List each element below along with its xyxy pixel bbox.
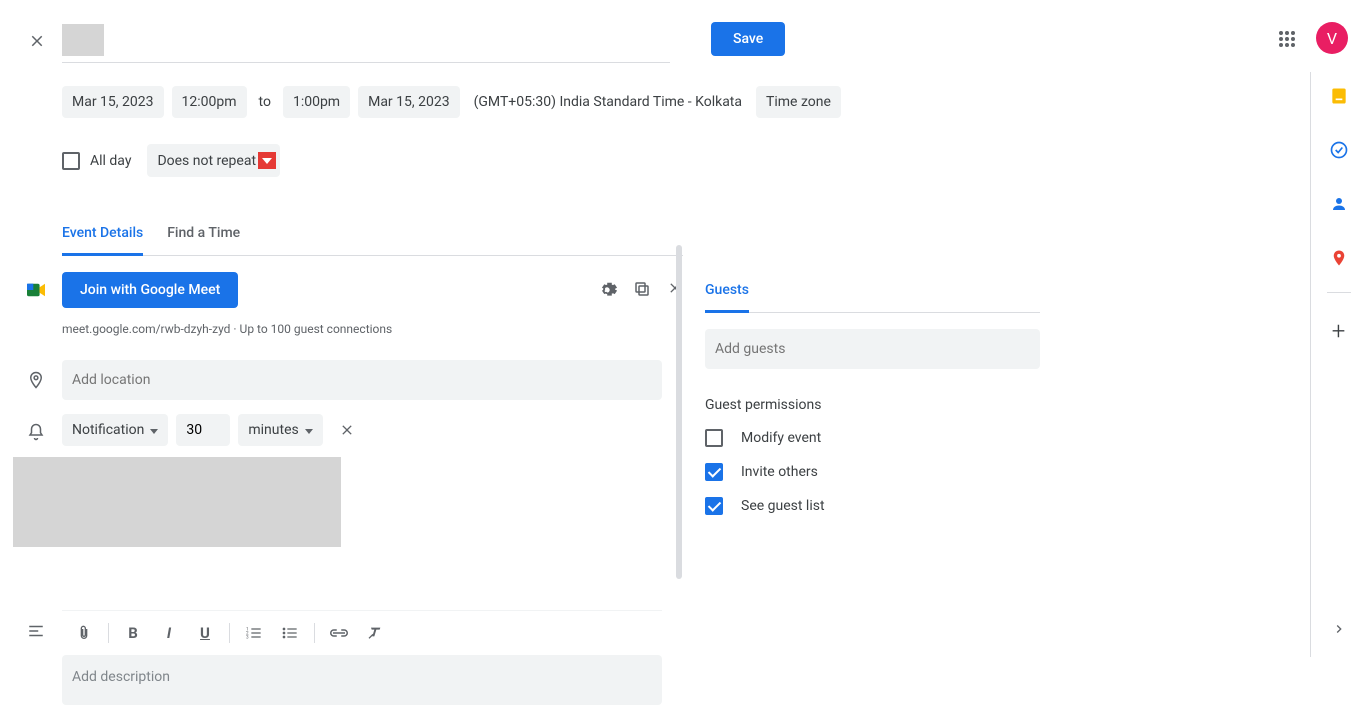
clear-format-icon[interactable] [359, 619, 391, 647]
scrollbar[interactable] [676, 245, 682, 579]
save-button[interactable]: Save [711, 22, 785, 56]
bold-icon[interactable]: B [117, 619, 149, 647]
user-avatar[interactable]: V [1316, 22, 1348, 54]
notification-icon [24, 420, 48, 444]
numbered-list-icon[interactable]: 123 [238, 619, 270, 647]
join-meet-button[interactable]: Join with Google Meet [62, 272, 238, 308]
end-date-chip[interactable]: Mar 15, 2023 [358, 86, 460, 118]
link-icon[interactable] [323, 619, 355, 647]
timezone-button[interactable]: Time zone [756, 86, 841, 118]
perm-modify-label: Modify event [741, 430, 821, 446]
toolbar-sep [108, 623, 109, 643]
description-input[interactable]: Add description [62, 655, 662, 705]
attach-icon[interactable] [68, 619, 100, 647]
perm-invite-label: Invite others [741, 464, 818, 480]
toolbar-sep [314, 623, 315, 643]
tasks-icon[interactable] [1329, 140, 1349, 160]
allday-label: All day [90, 153, 131, 169]
meet-icon [24, 278, 48, 302]
bullet-list-icon[interactable] [274, 619, 306, 647]
title-input-placeholder[interactable] [62, 24, 104, 56]
tabs-underline [62, 255, 683, 256]
start-date-chip[interactable]: Mar 15, 2023 [62, 86, 164, 118]
notification-value-input[interactable] [176, 414, 230, 446]
location-input[interactable] [62, 360, 662, 400]
close-icon[interactable] [28, 32, 46, 50]
guest-permissions-title: Guest permissions [705, 397, 1040, 413]
italic-icon[interactable]: I [153, 619, 185, 647]
datetime-row: Mar 15, 2023 12:00pm to 1:00pm Mar 15, 2… [62, 86, 1042, 118]
meet-info: meet.google.com/rwb-dzyh-zyd · Up to 100… [62, 322, 683, 336]
end-time-chip[interactable]: 1:00pm [283, 86, 350, 118]
notification-remove-icon[interactable] [339, 422, 355, 438]
allday-checkbox[interactable] [62, 152, 80, 170]
to-label: to [255, 94, 275, 110]
tab-event-details[interactable]: Event Details [62, 225, 143, 256]
description-icon [24, 619, 48, 643]
add-guests-input[interactable] [705, 329, 1040, 369]
contacts-icon[interactable] [1329, 194, 1349, 214]
recurrence-dropdown-arrow[interactable] [258, 152, 276, 169]
tab-guests[interactable]: Guests [705, 282, 749, 313]
guests-underline [705, 312, 1040, 313]
google-apps-icon[interactable] [1278, 30, 1296, 48]
side-divider [1327, 292, 1351, 293]
start-time-chip[interactable]: 12:00pm [172, 86, 247, 118]
perm-seelist-label: See guest list [741, 498, 825, 514]
underline-icon[interactable]: U [189, 619, 221, 647]
side-panel: + [1310, 72, 1366, 657]
svg-text:3: 3 [246, 634, 249, 640]
meet-settings-icon[interactable] [597, 280, 617, 300]
tab-find-a-time[interactable]: Find a Time [167, 225, 240, 256]
notification-unit-dropdown[interactable]: minutes [238, 414, 322, 446]
title-underline [62, 62, 670, 63]
timezone-text: (GMT+05:30) India Standard Time - Kolkat… [468, 94, 748, 110]
keep-icon[interactable] [1329, 86, 1349, 106]
recurrence-label: Does not repeat [157, 153, 256, 169]
perm-seelist-checkbox[interactable] [705, 497, 723, 515]
collapse-sidepanel-icon[interactable] [1331, 621, 1347, 637]
maps-icon[interactable] [1329, 248, 1349, 268]
add-addon-icon[interactable]: + [1332, 317, 1346, 345]
perm-modify-checkbox[interactable] [705, 429, 723, 447]
perm-invite-checkbox[interactable] [705, 463, 723, 481]
location-icon [24, 368, 48, 392]
toolbar-sep [229, 623, 230, 643]
notification-type-dropdown[interactable]: Notification [62, 414, 168, 446]
recurrence-dropdown[interactable]: Does not repeat [147, 144, 280, 177]
attachment-preview-placeholder [13, 457, 341, 547]
meet-copy-icon[interactable] [633, 280, 651, 300]
